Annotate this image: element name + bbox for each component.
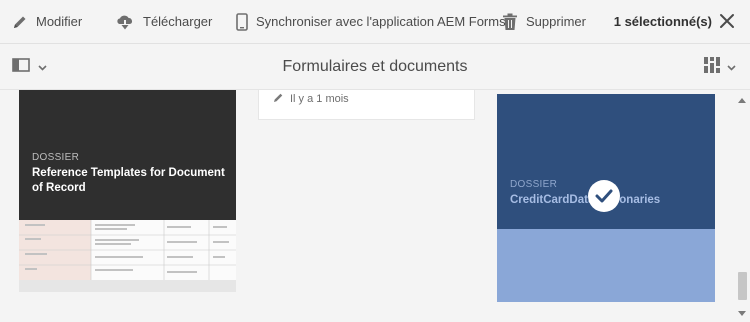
chevron-down-icon xyxy=(727,58,736,76)
view-switcher-icon xyxy=(704,56,720,78)
cloud-download-icon xyxy=(115,13,135,31)
edit-button[interactable]: Modifier xyxy=(12,0,82,43)
scroll-down-arrow-icon[interactable] xyxy=(738,304,746,316)
page-title: Formulaires et documents xyxy=(282,58,468,75)
close-icon[interactable] xyxy=(718,12,736,30)
title-bar: Formulaires et documents xyxy=(0,44,750,90)
pencil-icon xyxy=(273,92,290,106)
action-bar: Modifier Télécharger Synchroniser avec l… xyxy=(0,0,750,44)
scroll-up-arrow-icon[interactable] xyxy=(738,92,746,103)
card-top: DOSSIER Reference Templates for Document… xyxy=(19,90,236,220)
folder-card-creditcard-datadictionaries[interactable]: DOSSIER CreditCardDataDictionaries xyxy=(497,94,715,302)
card-grid: DOSSIER Reference Templates for Document… xyxy=(0,90,750,314)
card-type: DOSSIER xyxy=(32,152,80,163)
scrollbar-thumb[interactable] xyxy=(738,272,747,300)
modified-info: Il y a 1 mois xyxy=(273,92,349,106)
pencil-icon xyxy=(12,14,28,30)
card-title: Reference Templates for Document of Reco… xyxy=(32,167,225,194)
card-modified-info[interactable]: Il y a 1 mois xyxy=(258,90,475,120)
sync-aem-forms-button[interactable]: Synchroniser avec l'application AEM Form… xyxy=(236,0,506,43)
folder-card-reference-templates[interactable]: DOSSIER Reference Templates for Document… xyxy=(19,90,236,292)
trash-icon xyxy=(502,13,518,31)
modified-time: Il y a 1 mois xyxy=(290,93,349,105)
edit-label: Modifier xyxy=(36,14,83,29)
document-thumbnail xyxy=(19,220,236,280)
delete-button[interactable]: Supprimer xyxy=(502,0,586,43)
selection-count: 1 sélectionné(s) xyxy=(613,14,712,29)
sync-label: Synchroniser avec l'application AEM Form… xyxy=(256,14,506,29)
card-type: DOSSIER xyxy=(510,179,558,190)
card-top: DOSSIER CreditCardDataDictionaries xyxy=(497,94,715,229)
card-footer xyxy=(19,280,236,292)
delete-label: Supprimer xyxy=(526,14,586,29)
selected-checkmark-icon[interactable] xyxy=(588,180,620,212)
mobile-phone-icon xyxy=(236,12,248,31)
download-button[interactable]: Télécharger xyxy=(115,0,212,43)
download-label: Télécharger xyxy=(143,14,213,29)
view-switcher-button[interactable] xyxy=(704,56,736,78)
